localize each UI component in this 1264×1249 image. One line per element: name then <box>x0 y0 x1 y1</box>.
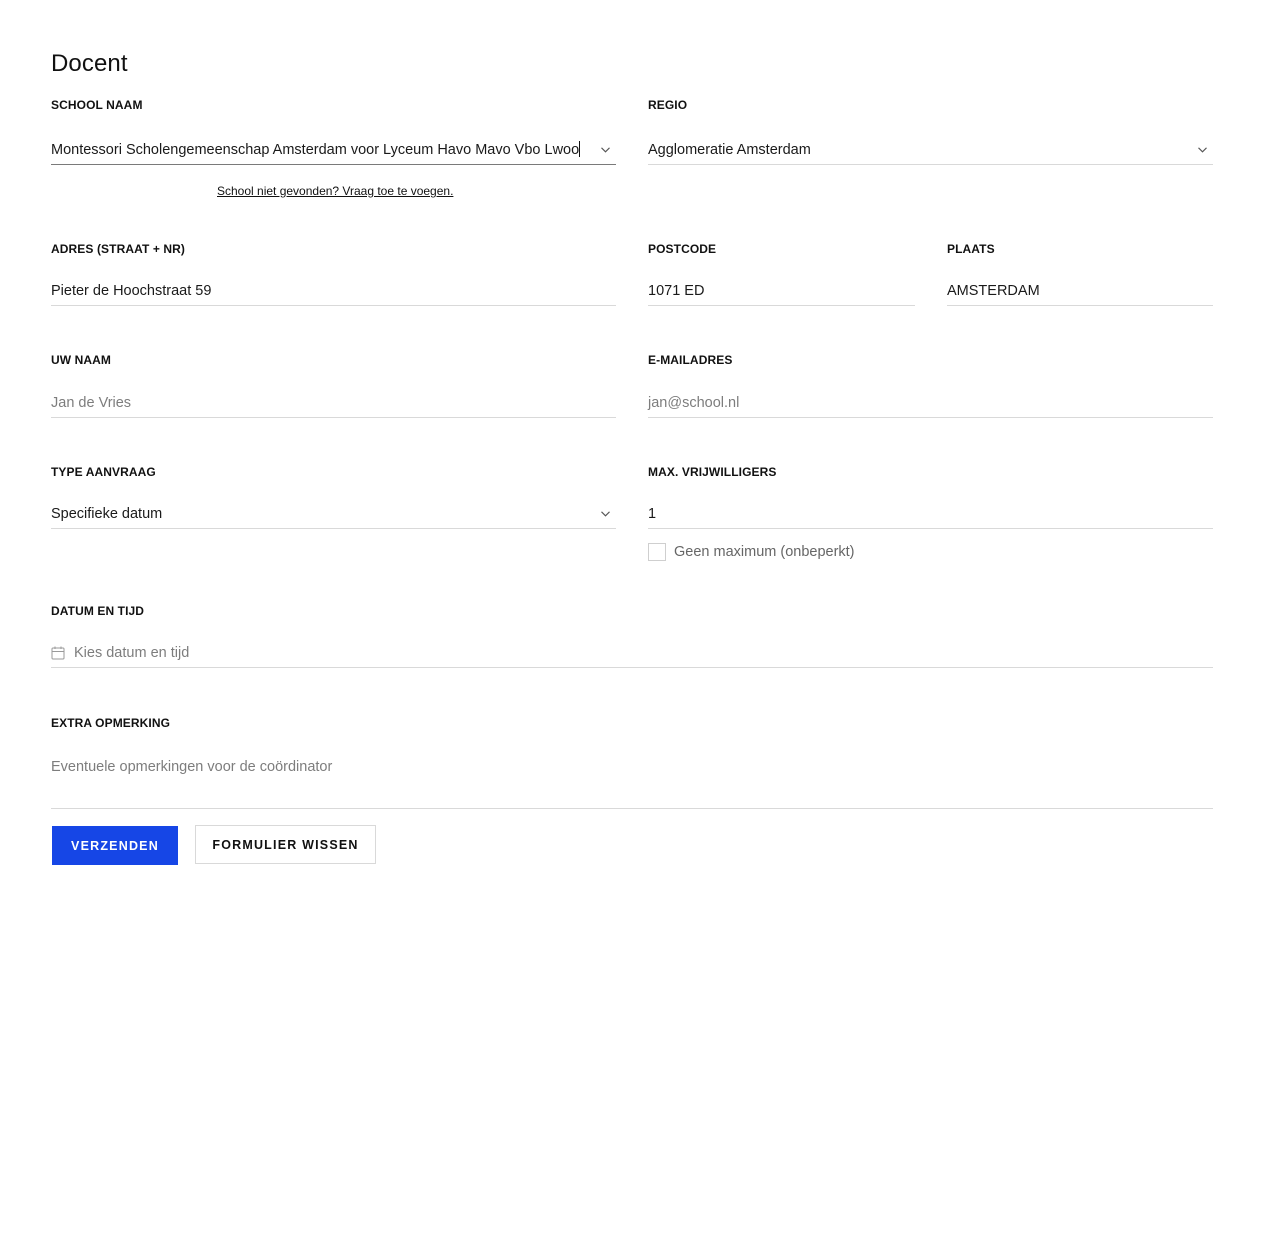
chevron-down-icon[interactable] <box>1197 145 1207 155</box>
regio-select[interactable]: Agglomeratie Amsterdam <box>648 135 1213 165</box>
max-label: MAX. VRIJWILLIGERS <box>648 465 777 479</box>
no-max-label: Geen maximum (onbeperkt) <box>674 544 855 560</box>
chevron-down-icon[interactable] <box>600 145 610 155</box>
datum-field: DATUM EN TIJD Kies datum en tijd <box>51 604 1213 674</box>
no-max-checkbox-row[interactable]: Geen maximum (onbeperkt) <box>648 543 855 561</box>
regio-field: REGIO Agglomeratie Amsterdam <box>648 98 1213 168</box>
opmerking-field: EXTRA OPMERKING Eventuele opmerkingen vo… <box>51 716 1213 811</box>
chevron-down-icon[interactable] <box>600 509 610 519</box>
opmerking-textarea[interactable]: Eventuele opmerkingen voor de coördinato… <box>51 746 1213 809</box>
email-field: E-MAILADRES jan@school.nl <box>648 353 1213 423</box>
plaats-input[interactable]: AMSTERDAM <box>947 276 1213 306</box>
naam-input[interactable]: Jan de Vries <box>51 388 616 418</box>
plaats-value: AMSTERDAM <box>947 282 1040 299</box>
email-input[interactable]: jan@school.nl <box>648 388 1213 418</box>
plaats-field: PLAATS AMSTERDAM <box>947 242 1213 312</box>
opmerking-label: EXTRA OPMERKING <box>51 716 171 730</box>
type-select[interactable]: Specifieke datum <box>51 499 616 529</box>
opmerking-placeholder: Eventuele opmerkingen voor de coördinato… <box>51 759 333 775</box>
datum-input[interactable]: Kies datum en tijd <box>51 638 1213 668</box>
clear-form-button[interactable]: FORMULIER WISSEN <box>195 825 376 864</box>
naam-field: UW NAAM Jan de Vries <box>51 353 616 423</box>
datum-label: DATUM EN TIJD <box>51 604 145 618</box>
school-not-found-link[interactable]: School niet gevonden? Vraag toe te voege… <box>217 184 453 198</box>
no-max-checkbox[interactable] <box>648 543 666 561</box>
postcode-label: POSTCODE <box>648 242 717 256</box>
datum-placeholder: Kies datum en tijd <box>74 644 190 661</box>
page-title: Docent <box>51 50 128 77</box>
type-field: TYPE AANVRAAG Specifieke datum <box>51 465 616 535</box>
adres-field: ADRES (STRAAT + NR) Pieter de Hoochstraa… <box>51 242 616 312</box>
adres-value: Pieter de Hoochstraat 59 <box>51 282 212 299</box>
postcode-value: 1071 ED <box>648 282 705 299</box>
postcode-field: POSTCODE 1071 ED <box>648 242 915 312</box>
regio-label: REGIO <box>648 98 688 112</box>
type-label: TYPE AANVRAAG <box>51 465 156 479</box>
naam-label: UW NAAM <box>51 353 112 367</box>
teacher-form: Docent SCHOOL NAAM Montessori Scholengem… <box>51 0 1213 1249</box>
school-value: Montessori Scholengemeenschap Amsterdam … <box>51 141 581 158</box>
school-select[interactable]: Montessori Scholengemeenschap Amsterdam … <box>51 135 616 165</box>
naam-placeholder: Jan de Vries <box>51 394 132 411</box>
text-caret <box>579 141 581 157</box>
max-input[interactable]: 1 <box>648 499 1213 529</box>
calendar-icon <box>51 645 66 660</box>
postcode-input[interactable]: 1071 ED <box>648 276 915 306</box>
email-label: E-MAILADRES <box>648 353 733 367</box>
email-placeholder: jan@school.nl <box>648 394 740 411</box>
regio-value: Agglomeratie Amsterdam <box>648 141 811 158</box>
plaats-label: PLAATS <box>947 242 995 256</box>
adres-label: ADRES (STRAAT + NR) <box>51 242 186 256</box>
school-label: SCHOOL NAAM <box>51 98 143 112</box>
adres-input[interactable]: Pieter de Hoochstraat 59 <box>51 276 616 306</box>
type-value: Specifieke datum <box>51 505 163 522</box>
max-field: MAX. VRIJWILLIGERS 1 Geen maximum (onbep… <box>648 465 1213 565</box>
school-field: SCHOOL NAAM Montessori Scholengemeenscha… <box>51 98 616 208</box>
submit-button[interactable]: VERZENDEN <box>52 826 178 865</box>
max-value: 1 <box>648 505 657 522</box>
